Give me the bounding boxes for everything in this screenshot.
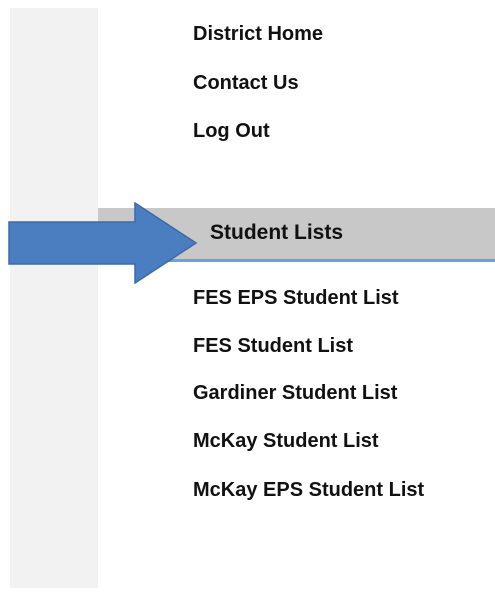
nav-link-contact-us[interactable]: Contact Us bbox=[193, 70, 299, 96]
list-link-fes-eps[interactable]: FES EPS Student List bbox=[193, 285, 399, 311]
page: District Home Contact Us Log Out Student… bbox=[0, 0, 495, 597]
list-link-mckay-eps[interactable]: McKay EPS Student List bbox=[193, 477, 453, 503]
nav-link-district-home[interactable]: District Home bbox=[193, 21, 323, 47]
sidebar-gutter bbox=[10, 8, 98, 588]
nav-link-log-out[interactable]: Log Out bbox=[193, 118, 270, 144]
right-arrow-icon bbox=[8, 202, 198, 284]
list-link-gardiner[interactable]: Gardiner Student List bbox=[193, 380, 397, 406]
list-link-mckay[interactable]: McKay Student List bbox=[193, 428, 379, 454]
section-header-label: Student Lists bbox=[210, 221, 344, 244]
list-link-fes[interactable]: FES Student List bbox=[193, 333, 353, 359]
